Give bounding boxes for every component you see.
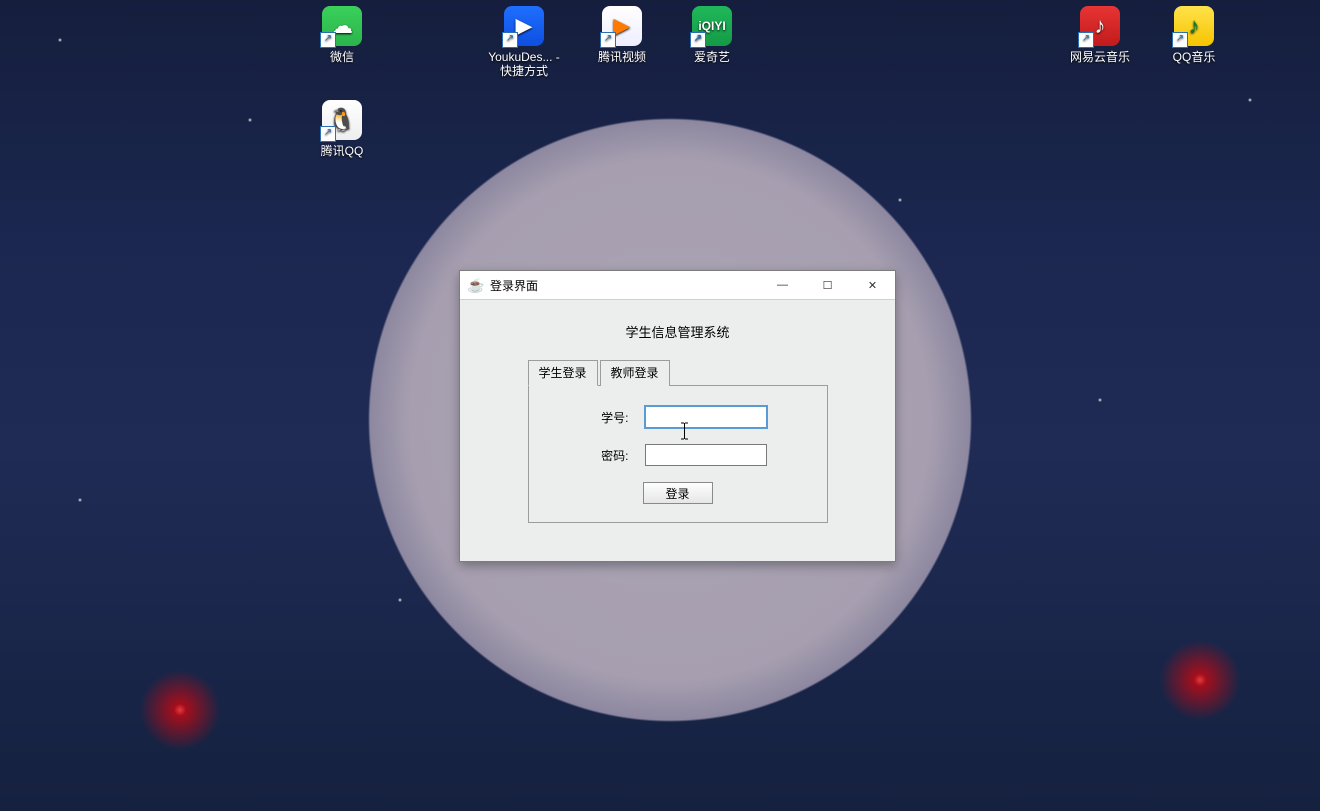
desktop-icon-qq[interactable]: 🐧↗ 腾讯QQ	[300, 100, 384, 158]
shortcut-arrow-icon: ↗	[320, 126, 336, 142]
java-icon: ☕	[468, 277, 484, 293]
shortcut-arrow-icon: ↗	[502, 32, 518, 48]
desktop-icon-tencent-video[interactable]: ▶↗ 腾讯视频	[580, 6, 664, 64]
maximize-button[interactable]: ☐	[805, 271, 850, 299]
icon-label: QQ音乐	[1152, 50, 1236, 64]
close-button[interactable]: ✕	[850, 271, 895, 299]
password-input[interactable]	[645, 444, 767, 466]
icon-label: 爱奇艺	[670, 50, 754, 64]
shortcut-arrow-icon: ↗	[320, 32, 336, 48]
student-id-label: 学号:	[589, 409, 629, 426]
minimize-button[interactable]: —	[760, 271, 805, 299]
qq-music-icon: ♪↗	[1174, 6, 1214, 46]
student-id-input[interactable]	[645, 406, 767, 428]
password-label: 密码:	[589, 447, 629, 464]
netease-music-icon: ♪↗	[1080, 6, 1120, 46]
qq-icon: 🐧↗	[322, 100, 362, 140]
tab-teacher-login[interactable]: 教师登录	[600, 360, 670, 386]
icon-label: 微信	[300, 50, 384, 64]
desktop-icon-netease-music[interactable]: ♪↗ 网易云音乐	[1058, 6, 1142, 64]
tencent-video-icon: ▶↗	[602, 6, 642, 46]
iqiyi-icon: iQIYI↗	[692, 6, 732, 46]
wechat-icon: ☁↗	[322, 6, 362, 46]
desktop-icon-youku[interactable]: ▶↗ YoukuDes... - 快捷方式	[482, 6, 566, 78]
desktop-icon-iqiyi[interactable]: iQIYI↗ 爱奇艺	[670, 6, 754, 64]
youku-icon: ▶↗	[504, 6, 544, 46]
login-window: ☕ 登录界面 — ☐ ✕ 学生信息管理系统 学生登录 教师登录 学号:	[459, 270, 896, 562]
tab-strip: 学生登录 教师登录	[528, 359, 828, 386]
shortcut-arrow-icon: ↗	[1078, 32, 1094, 48]
icon-label: 网易云音乐	[1058, 50, 1142, 64]
shortcut-arrow-icon: ↗	[1172, 32, 1188, 48]
icon-label: 腾讯视频	[580, 50, 664, 64]
window-title: 登录界面	[490, 277, 538, 294]
window-titlebar[interactable]: ☕ 登录界面 — ☐ ✕	[460, 271, 895, 300]
desktop-icon-wechat[interactable]: ☁↗ 微信	[300, 6, 384, 64]
shortcut-arrow-icon: ↗	[600, 32, 616, 48]
tab-panel-student: 学号: 密码: 登录	[528, 386, 828, 523]
login-button[interactable]: 登录	[643, 482, 713, 504]
icon-label: 腾讯QQ	[300, 144, 384, 158]
tab-student-login[interactable]: 学生登录	[528, 360, 598, 386]
shortcut-arrow-icon: ↗	[690, 32, 706, 48]
icon-label: YoukuDes... - 快捷方式	[482, 50, 566, 78]
desktop-background: ☁↗ 微信 ▶↗ YoukuDes... - 快捷方式 ▶↗ 腾讯视频 iQIY…	[0, 0, 1320, 811]
system-title: 学生信息管理系统	[480, 322, 875, 341]
desktop-icon-qq-music[interactable]: ♪↗ QQ音乐	[1152, 6, 1236, 64]
window-client-area: 学生信息管理系统 学生登录 教师登录 学号: 密码: 登录	[460, 300, 895, 533]
